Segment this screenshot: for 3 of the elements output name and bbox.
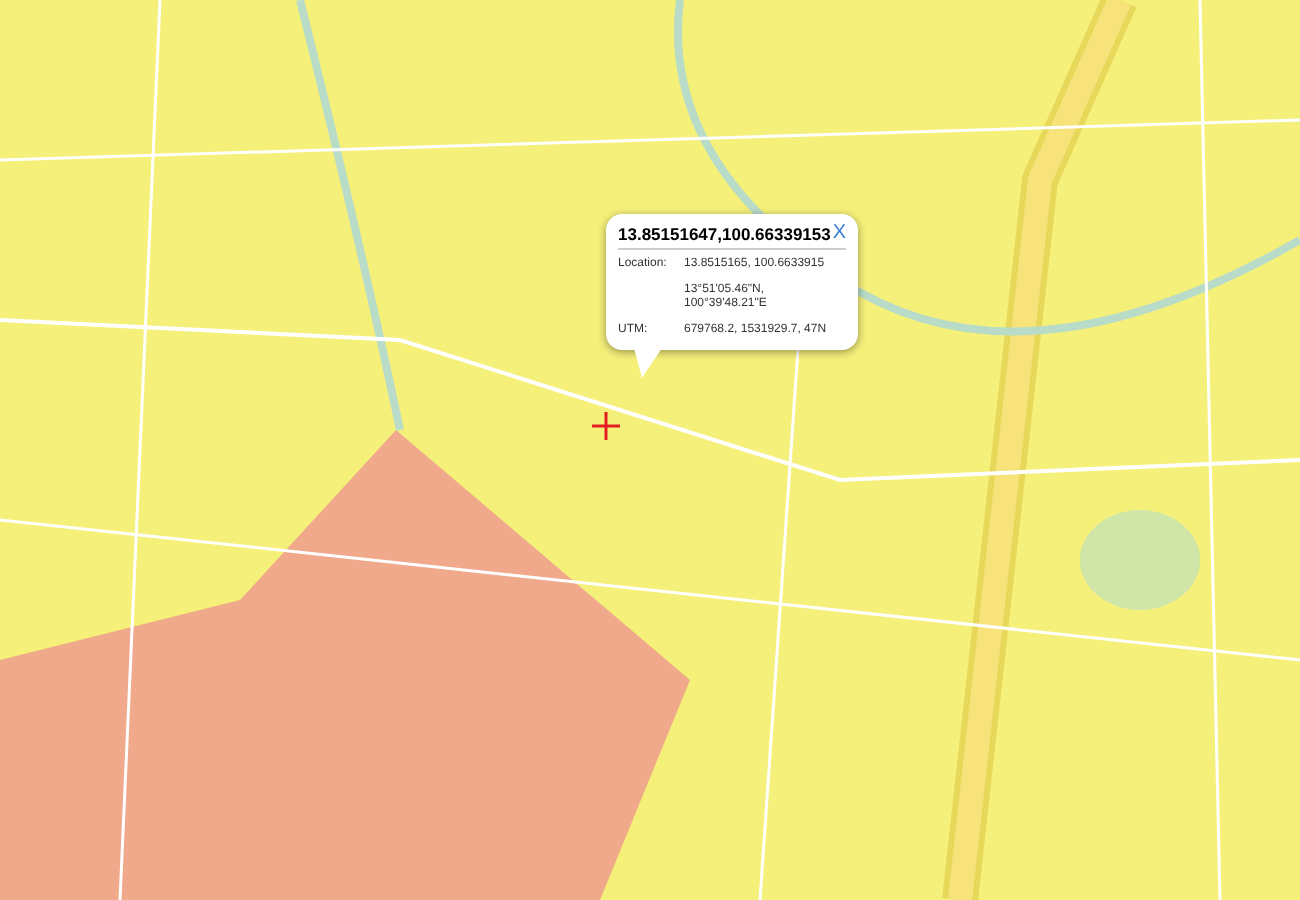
- close-button[interactable]: X: [830, 224, 849, 244]
- crosshair-marker-icon: [590, 410, 622, 442]
- coordinates-title: 13.85151647,100.66339153: [618, 224, 831, 244]
